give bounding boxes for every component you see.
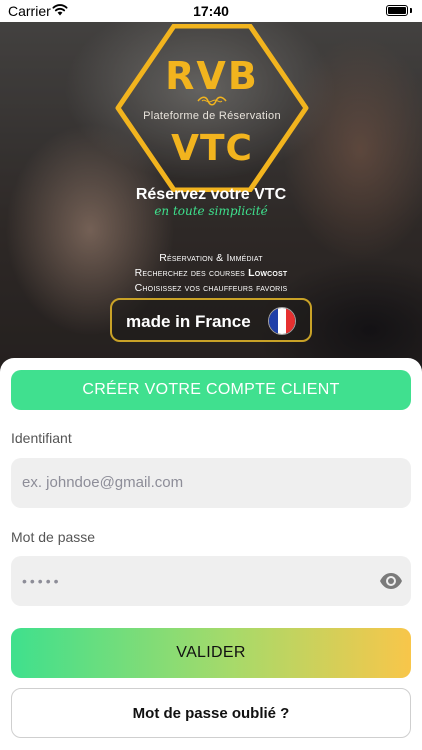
battery-icon [386,5,408,16]
forgot-password-button[interactable]: Mot de passe oublié ? [11,688,411,738]
eye-icon[interactable] [379,571,403,591]
made-in-france-text: made in France [126,312,251,331]
tagline: Réservez votre VTC [135,186,287,203]
made-in-france-badge: made in France [110,298,312,342]
username-field[interactable]: ex. johndoe@gmail.com [11,458,411,508]
feature-line-3: Choisissez vos chauffeurs favoris [0,282,422,294]
tagline-sub: en toute simplicité [154,204,268,218]
rvb-logo: RVB Plateforme de Réservation VTC [114,24,310,192]
hero-banner: RVB Plateforme de Réservation VTC Réserv… [0,0,422,372]
france-flag-icon [268,307,296,335]
battery-tip [410,8,412,13]
feature-3-text: Choisissez vos chauffeurs favoris [134,282,288,294]
logo-brand-bottom: VTC [171,128,253,169]
login-sheet: CRÉER VOTRE COMPTE CLIENT Identifiant ex… [0,358,422,750]
feature-line-1: Réservation & Immédiat [0,252,422,264]
screen: RVB Plateforme de Réservation VTC Réserv… [0,0,422,750]
create-account-button[interactable]: CRÉER VOTRE COMPTE CLIENT [11,370,411,410]
password-label: Mot de passe [11,529,96,545]
status-time: 17:40 [193,3,229,19]
battery-fill [388,7,406,14]
feature-1-text: Réservation & Immédiat [159,252,263,264]
logo-subtitle: Plateforme de Réservation [143,110,281,122]
feature-line-2: Recherchez des courses Lowcost [0,267,422,279]
password-masked-value: ••••• [22,573,62,589]
logo-brand-top: RVB [165,54,259,98]
username-placeholder: ex. johndoe@gmail.com [22,474,184,491]
status-bar: Carrier 17:40 [0,0,422,22]
username-label: Identifiant [11,430,72,446]
submit-button[interactable]: VALIDER [11,628,411,678]
feature-2-text: Recherchez des courses [134,267,249,279]
feature-2-bold: Lowcost [248,267,288,279]
logo-ornament-icon [197,96,227,106]
password-field[interactable]: ••••• [11,556,411,606]
